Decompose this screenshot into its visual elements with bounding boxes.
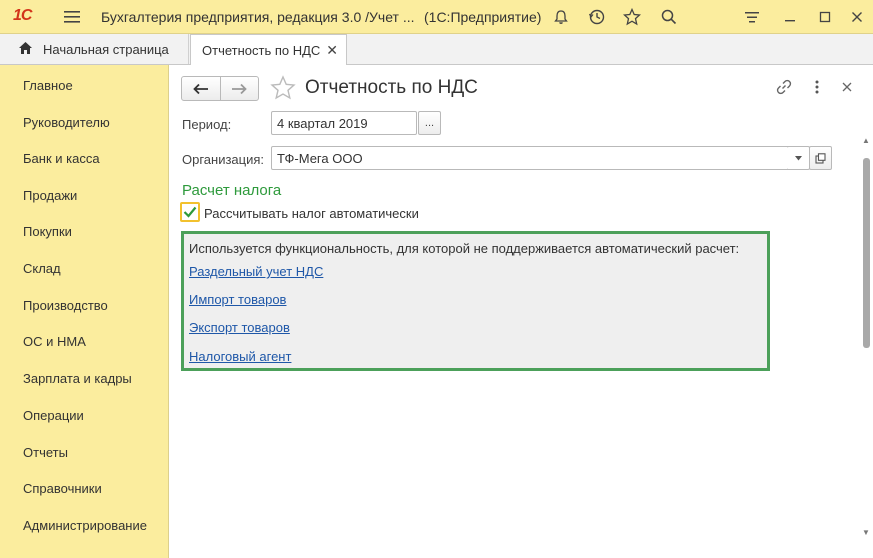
main-form: Отчетность по НДС Период: 4 квартал 2019…	[170, 65, 873, 558]
bell-icon[interactable]	[550, 6, 572, 28]
auto-calc-label[interactable]: Рассчитывать налог автоматически	[204, 206, 419, 221]
history-icon[interactable]	[586, 6, 608, 28]
sidebar-item-main[interactable]: Главное	[23, 78, 73, 93]
sidebar-item-manager[interactable]: Руководителю	[23, 115, 110, 130]
title-bar: 1С Бухгалтерия предприятия, редакция 3.0…	[0, 0, 873, 34]
tab-active-label: Отчетность по НДС	[202, 42, 321, 58]
period-label: Период:	[182, 117, 232, 132]
link-export-goods[interactable]: Экспорт товаров	[189, 320, 290, 335]
period-value: 4 квартал 2019	[277, 115, 368, 131]
scroll-up-icon[interactable]: ▲	[861, 136, 871, 146]
sidebar-item-purchases[interactable]: Покупки	[23, 224, 72, 239]
nav-buttons	[181, 76, 259, 101]
favorite-star-icon[interactable]	[270, 75, 296, 101]
vertical-scrollbar[interactable]: ▲ ▼	[861, 128, 871, 553]
link-separate-vat[interactable]: Раздельный учет НДС	[189, 264, 323, 279]
scroll-thumb[interactable]	[863, 158, 870, 348]
menu-icon[interactable]	[61, 6, 83, 28]
link-import-goods[interactable]: Импорт товаров	[189, 292, 286, 307]
app-platform: (1С:Предприятие)	[424, 9, 542, 25]
sidebar-item-fixed-assets[interactable]: ОС и НМА	[23, 334, 86, 349]
organization-value: ТФ-Мега ООО	[277, 150, 363, 166]
tabs-bar: Начальная страница Отчетность по НДС ✕	[0, 34, 873, 65]
tab-close-icon[interactable]: ✕	[326, 42, 338, 59]
close-icon[interactable]	[846, 6, 868, 28]
open-organization-icon[interactable]	[809, 146, 832, 170]
settings-icon[interactable]	[741, 6, 763, 28]
tab-home[interactable]: Начальная страница	[0, 34, 189, 64]
tax-calculation-heading: Расчет налога	[182, 182, 282, 199]
sidebar-item-catalogs[interactable]: Справочники	[23, 481, 102, 496]
sidebar-item-sales[interactable]: Продажи	[23, 188, 77, 203]
sidebar-item-operations[interactable]: Операции	[23, 408, 84, 423]
home-icon	[18, 41, 33, 58]
link-tax-agent[interactable]: Налоговый агент	[189, 349, 291, 364]
more-icon[interactable]	[807, 77, 827, 97]
app-logo: 1С	[13, 7, 32, 24]
back-arrow-icon[interactable]	[182, 77, 220, 100]
favorite-star-icon[interactable]	[621, 6, 643, 28]
sidebar-item-production[interactable]: Производство	[23, 298, 108, 313]
dropdown-arrow-icon[interactable]	[787, 146, 810, 170]
form-close-icon[interactable]	[837, 77, 857, 97]
period-field[interactable]: 4 квартал 2019	[271, 111, 417, 135]
app-title: Бухгалтерия предприятия, редакция 3.0 /У…	[101, 9, 415, 25]
auto-calc-checkbox[interactable]	[180, 202, 200, 222]
maximize-icon[interactable]	[814, 6, 836, 28]
tab-home-label: Начальная страница	[43, 41, 169, 57]
scroll-down-icon[interactable]: ▼	[861, 528, 871, 538]
search-icon[interactable]	[658, 6, 680, 28]
sidebar-item-bank-cash[interactable]: Банк и касса	[23, 151, 100, 166]
sidebar-item-administration[interactable]: Администрирование	[23, 518, 147, 533]
organization-field[interactable]: ТФ-Мега ООО	[271, 146, 809, 170]
forward-arrow-icon[interactable]	[219, 77, 259, 100]
period-select-button[interactable]: ...	[418, 111, 441, 135]
sidebar-item-payroll[interactable]: Зарплата и кадры	[23, 371, 132, 386]
sidebar-item-warehouse[interactable]: Склад	[23, 261, 61, 276]
form-title: Отчетность по НДС	[305, 77, 478, 98]
minimize-icon[interactable]	[779, 6, 801, 28]
link-icon[interactable]	[774, 77, 794, 97]
organization-label: Организация:	[182, 152, 265, 167]
info-text: Используется функциональность, для котор…	[189, 241, 740, 256]
sidebar-item-reports[interactable]: Отчеты	[23, 445, 68, 460]
tab-vat-reporting[interactable]: Отчетность по НДС ✕	[190, 34, 347, 65]
unsupported-features-box: Используется функциональность, для котор…	[181, 231, 770, 371]
sidebar: Главное Руководителю Банк и касса Продаж…	[0, 65, 169, 558]
